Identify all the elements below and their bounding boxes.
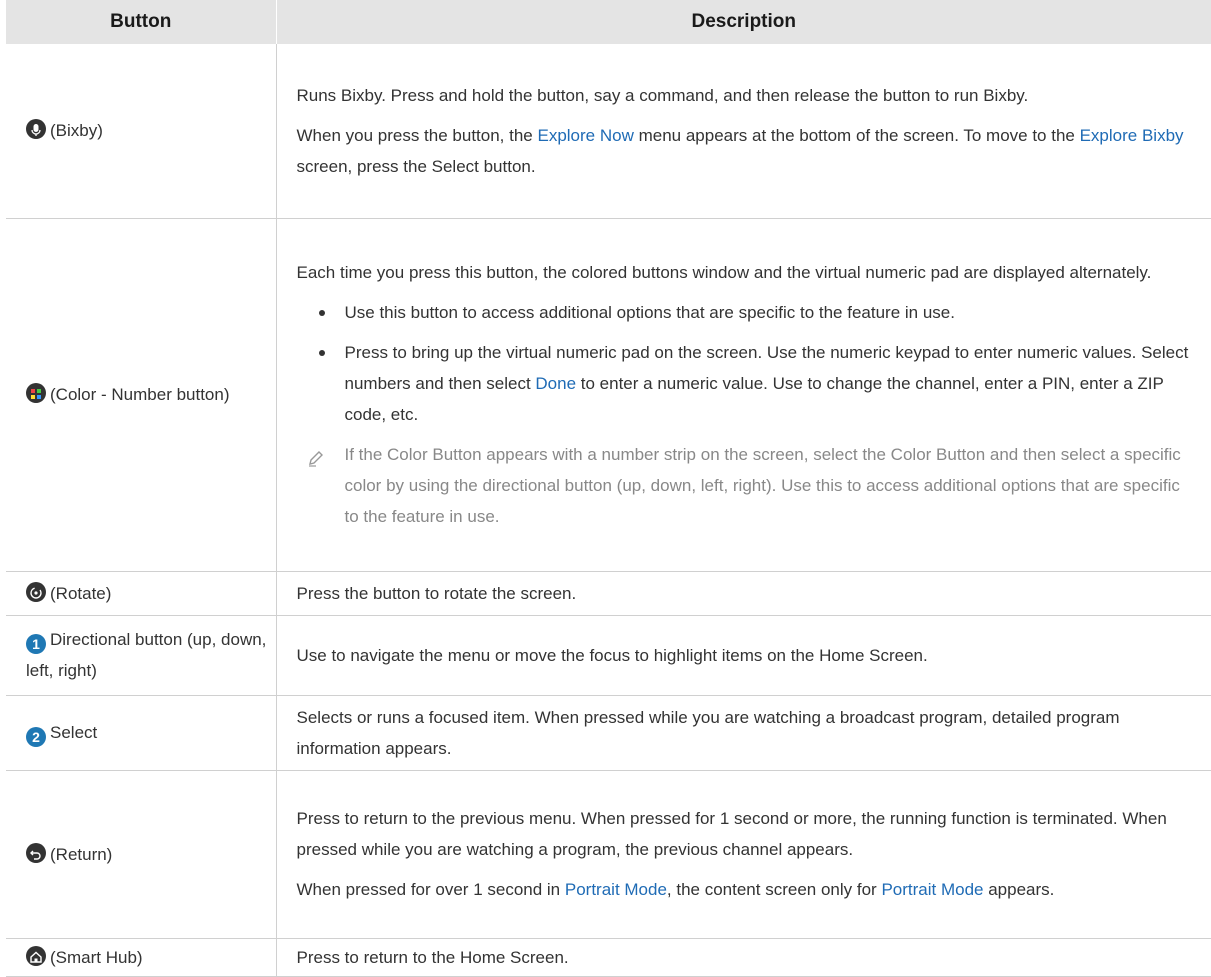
button-cell-rotate: (Rotate): [6, 571, 277, 616]
button-label-smart-hub: (Smart Hub): [50, 947, 143, 967]
portrait-mode-link: Portrait Mode: [564, 880, 667, 899]
note-text: If the Color Button appears with a numbe…: [344, 445, 1181, 526]
description-cell-directional: Use to navigate the menu or move the foc…: [276, 615, 1211, 696]
table-row-return: (Return) Press to return to the previous…: [6, 770, 1211, 939]
bixby-description-1: Runs Bixby. Press and hold the button, s…: [296, 85, 1029, 105]
number-two-badge: 2: [26, 727, 46, 747]
text-fragment: When you press the button, the: [296, 125, 538, 145]
table-row-directional: 1 Directional button (up, down, left, rig…: [6, 615, 1211, 696]
description-cell-smart-hub: Press to return to the Home Screen.: [276, 938, 1211, 977]
color-number-note: If the Color Button appears with a numbe…: [297, 439, 1196, 532]
text-fragment: menu appears at the bottom of the screen…: [633, 125, 1080, 145]
button-label-rotate: (Rotate): [50, 583, 112, 603]
button-description-table: Button Description (Bixby) Runs Bixby. P…: [6, 0, 1211, 977]
done-link: Done: [535, 374, 577, 393]
color-number-icon: [26, 383, 46, 403]
text-fragment: screen, press the Select button.: [296, 156, 536, 176]
table-row-color-number: (Color - Number button) Each time you pr…: [6, 218, 1211, 572]
button-cell-bixby: (Bixby): [6, 44, 277, 219]
text-fragment: When pressed for over 1 second in: [296, 880, 565, 899]
home-icon: [26, 945, 46, 966]
text-fragment: appears.: [983, 880, 1055, 899]
number-one-badge: 1: [26, 634, 46, 654]
button-cell-smart-hub: (Smart Hub): [6, 938, 277, 977]
microphone-icon: [26, 119, 46, 140]
explore-now-link: Explore Now: [537, 125, 634, 145]
header-button: Button: [6, 0, 277, 44]
rotate-icon: [26, 581, 46, 602]
bullet-item: Press to bring up the virtual numeric pa…: [297, 337, 1196, 430]
table-row-bixby: (Bixby) Runs Bixby. Press and hold the b…: [6, 44, 1211, 219]
button-label-return: (Return): [50, 844, 113, 864]
table-row-select: 2 Select Selects or runs a focused item. …: [6, 695, 1211, 771]
button-label-directional: Directional button (up, down, left, righ…: [26, 630, 267, 680]
description-cell-return: Press to return to the previous menu. Wh…: [276, 770, 1211, 939]
description-cell-rotate: Press the button to rotate the screen.: [276, 571, 1211, 616]
bullet-item: Use this button to access additional opt…: [297, 297, 1196, 328]
explore-bixby-link: Explore Bixby: [1079, 125, 1184, 145]
button-label-bixby: (Bixby): [50, 121, 103, 141]
color-number-intro: Each time you press this button, the col…: [296, 263, 1152, 282]
bixby-description-2: When you press the button, the Explore N…: [297, 120, 1196, 182]
header-description: Description: [276, 0, 1211, 44]
button-cell-directional: 1 Directional button (up, down, left, rig…: [6, 615, 277, 696]
portrait-mode-link: Portrait Mode: [881, 880, 984, 899]
table-header-row: Button Description: [6, 0, 1211, 44]
text-fragment: , the content screen only for: [666, 880, 882, 899]
button-label-select: Select: [50, 723, 98, 742]
return-icon: [26, 842, 46, 863]
table-row-smart-hub: (Smart Hub) Press to return to the Home …: [6, 938, 1211, 977]
return-description-2: When pressed for over 1 second in Portra…: [297, 874, 1196, 905]
table-row-rotate: (Rotate) Press the button to rotate the …: [6, 571, 1211, 616]
pencil-icon: [307, 446, 325, 467]
description-cell-color-number: Each time you press this button, the col…: [276, 218, 1211, 572]
button-label-color-number: (Color - Number button): [50, 385, 230, 404]
description-cell-bixby: Runs Bixby. Press and hold the button, s…: [276, 44, 1211, 219]
color-number-bullets: Use this button to access additional opt…: [297, 297, 1196, 430]
button-cell-color-number: (Color - Number button): [6, 218, 277, 572]
description-cell-select: Selects or runs a focused item. When pre…: [276, 695, 1211, 771]
button-cell-select: 2 Select: [6, 695, 277, 771]
return-description-1: Press to return to the previous menu. Wh…: [296, 809, 1167, 859]
button-cell-return: (Return): [6, 770, 277, 939]
